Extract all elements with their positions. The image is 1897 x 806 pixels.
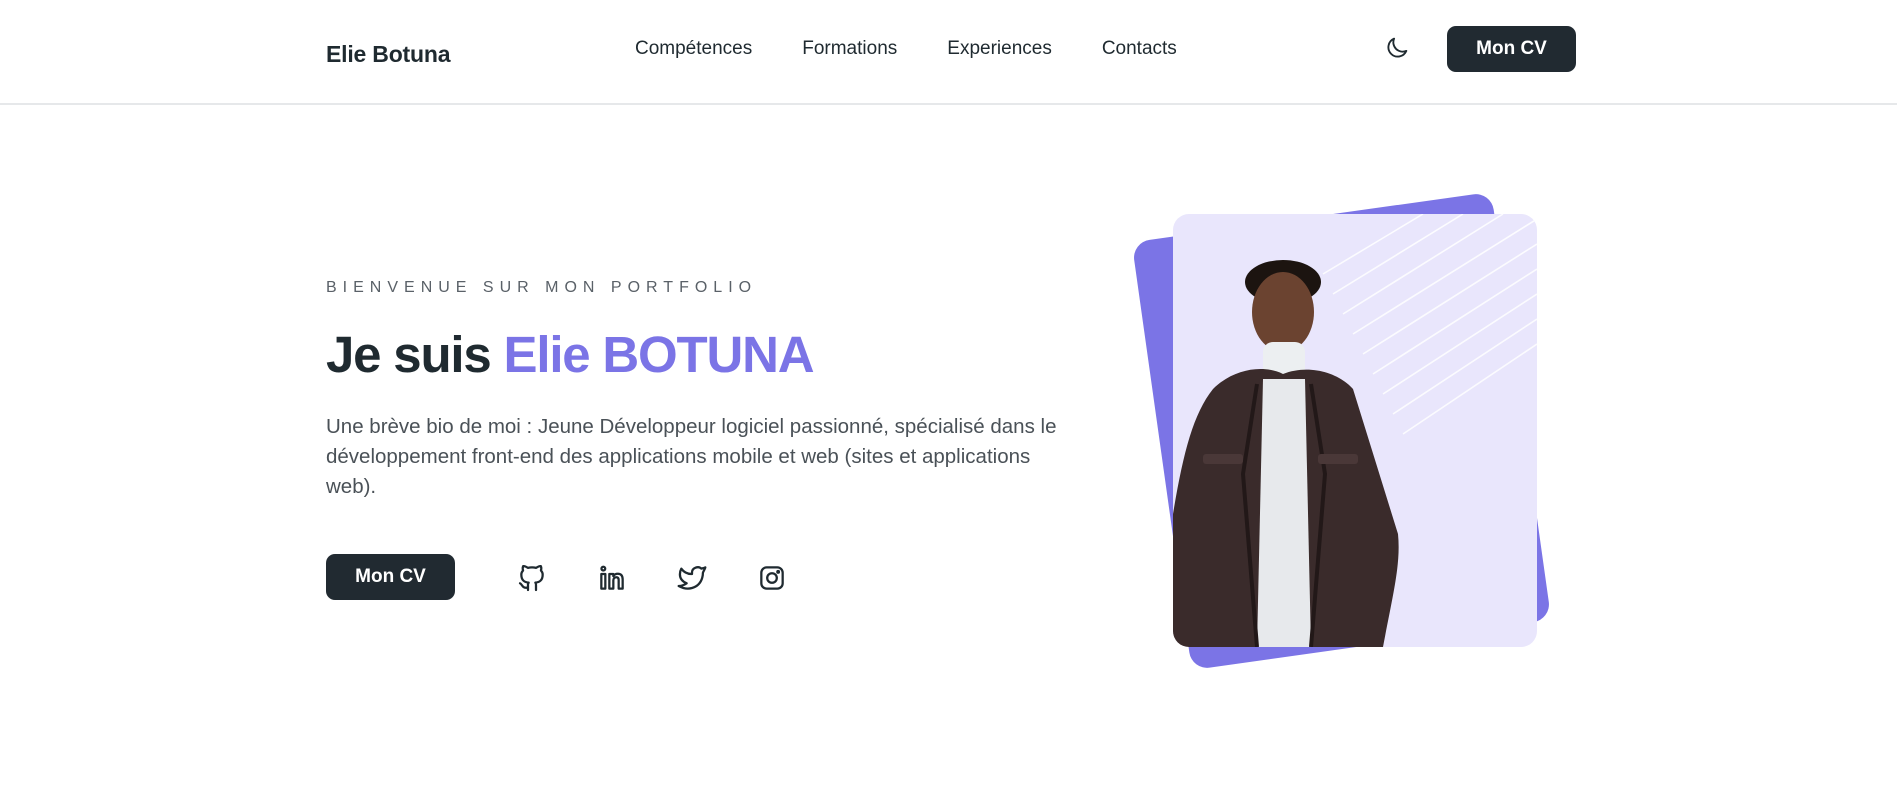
cv-button-header[interactable]: Mon CV: [1447, 26, 1576, 72]
github-icon[interactable]: [516, 562, 548, 594]
hero-headline: Je suis Elie BOTUNA: [326, 325, 815, 384]
brand-name[interactable]: Elie Botuna: [326, 41, 451, 68]
site-header: Elie Botuna Compétences Formations Exper…: [0, 0, 1897, 105]
person-figure: [1173, 260, 1399, 647]
twitter-icon[interactable]: [676, 562, 708, 594]
nav-item-competences[interactable]: Compétences: [635, 38, 752, 60]
profile-photo-card: [1173, 214, 1537, 647]
profile-photo: [1173, 214, 1537, 647]
moon-icon[interactable]: [1383, 34, 1411, 62]
linkedin-icon[interactable]: [596, 562, 628, 594]
welcome-eyebrow: BIENVENUE SUR MON PORTFOLIO: [326, 279, 758, 296]
headline-name: Elie BOTUNA: [503, 326, 815, 383]
nav-item-experiences[interactable]: Experiences: [947, 38, 1052, 60]
nav-item-formations[interactable]: Formations: [802, 38, 897, 60]
nav-item-contacts[interactable]: Contacts: [1102, 38, 1177, 60]
main-nav: Compétences Formations Experiences Conta…: [635, 38, 1227, 60]
instagram-icon[interactable]: [756, 562, 788, 594]
cv-button-hero[interactable]: Mon CV: [326, 554, 455, 600]
headline-prefix: Je suis: [326, 326, 504, 383]
hero-bio: Une brève bio de moi : Jeune Développeur…: [326, 415, 1057, 498]
